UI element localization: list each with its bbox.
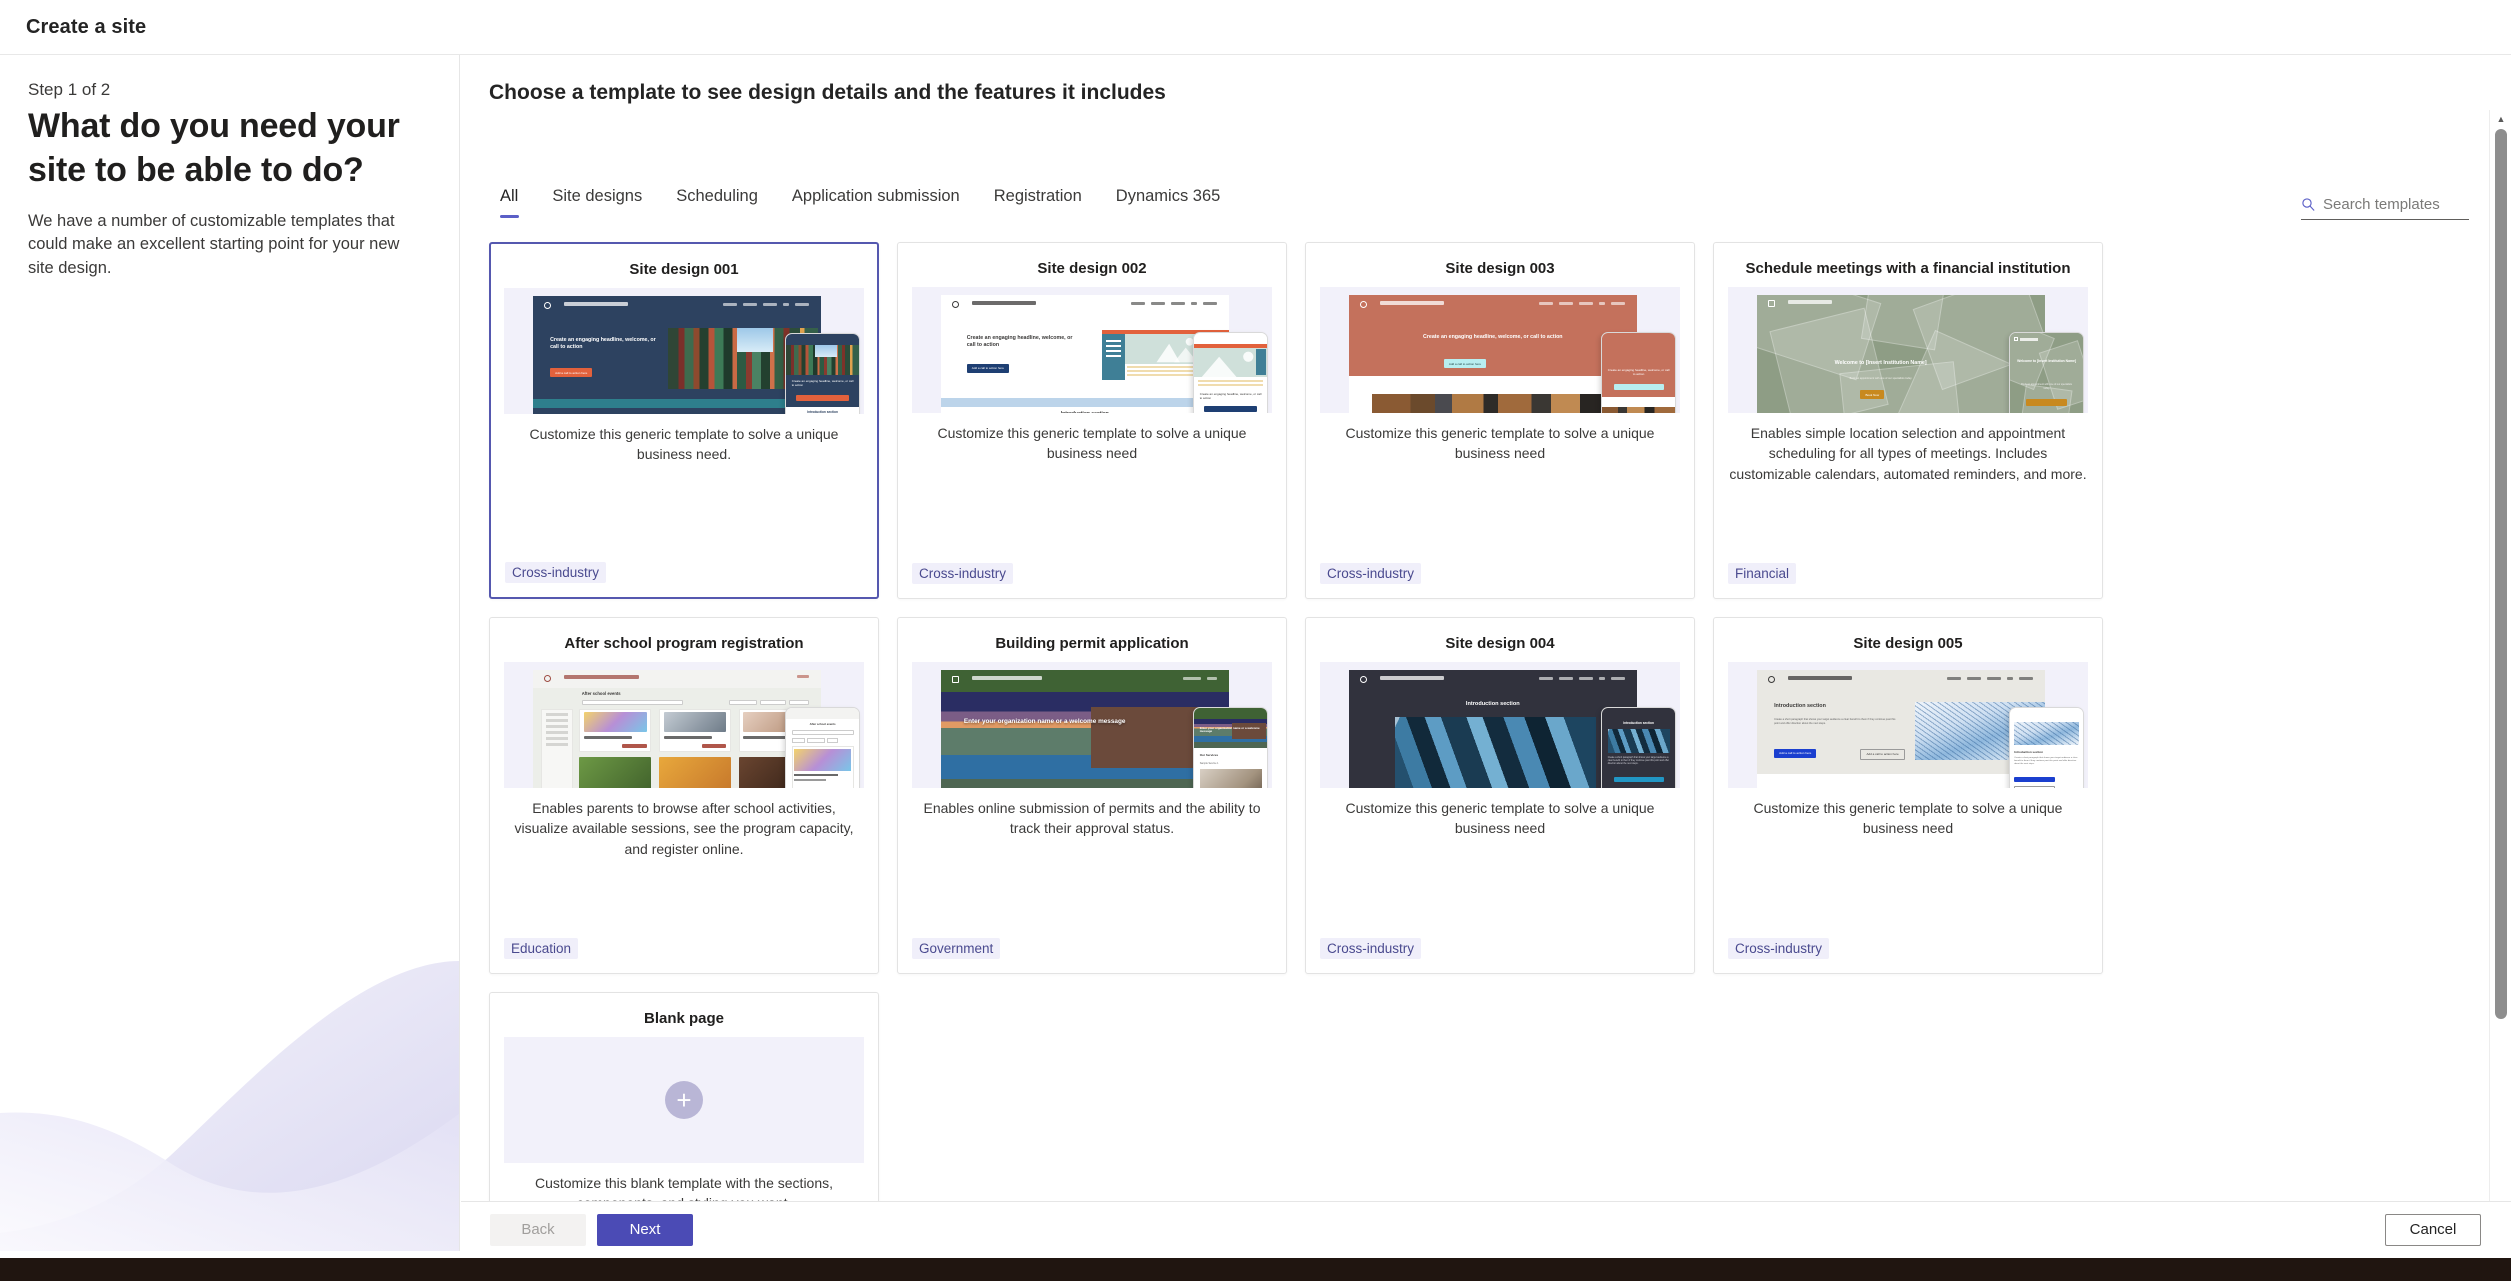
template-card-site-design-005[interactable]: Site design 005 Introduction section Cre… xyxy=(1713,617,2103,974)
back-button[interactable]: Back xyxy=(490,1213,586,1246)
template-tag: Cross-industry xyxy=(1320,938,1422,959)
tab-site-designs[interactable]: Site designs xyxy=(535,187,659,218)
mock-cta: Add a call to action here xyxy=(550,368,593,378)
wizard-question: What do you need your site to be able to… xyxy=(28,107,400,189)
scroll-up-arrow[interactable]: ▲ xyxy=(2490,110,2511,128)
template-name: Site design 003 xyxy=(1445,260,1555,277)
mock-headline: Introduction section xyxy=(1774,703,1826,710)
template-tag: Cross-industry xyxy=(912,563,1014,584)
search-icon xyxy=(2302,197,2315,211)
mock-headline: After school events xyxy=(581,690,621,696)
mock-cta: Add a call to action here xyxy=(1443,359,1487,369)
template-name: Site design 002 xyxy=(1037,260,1147,277)
mock-cta: Add a call to action here xyxy=(966,363,1009,373)
mock-intro-sub: Create a short paragraph that shows your… xyxy=(1774,717,1896,725)
window-title-bar: Create a site xyxy=(0,0,2511,55)
template-description: Enables parents to browse after school a… xyxy=(514,800,854,857)
template-card-site-design-002[interactable]: Site design 002 Create an engaging headl… xyxy=(897,242,1287,599)
section-heading: Choose a template to see design details … xyxy=(489,81,1166,104)
category-tabs: All Site designs Scheduling Application … xyxy=(489,187,1237,218)
template-thumbnail: Introduction section Introduction sectio… xyxy=(1320,662,1680,788)
template-name: Site design 005 xyxy=(1853,635,1963,652)
mock-headline: Welcome to [Insert Institution Name] xyxy=(1834,360,1927,367)
scrollbar-thumb[interactable] xyxy=(2495,129,2507,1019)
template-name: Blank page xyxy=(643,1010,725,1027)
plus-icon: + xyxy=(665,1081,703,1119)
cancel-button[interactable]: Cancel xyxy=(2385,1213,2481,1246)
template-tag: Cross-industry xyxy=(505,562,607,583)
template-name: Site design 004 xyxy=(1445,635,1555,652)
template-description: Enables simple location selection and ap… xyxy=(1729,425,2087,482)
template-name: Site design 001 xyxy=(629,261,739,278)
template-chooser-pane: Choose a template to see design details … xyxy=(461,55,2511,1251)
template-card-site-design-004[interactable]: Site design 004 Introduction section Int… xyxy=(1305,617,1695,974)
template-card-site-design-003[interactable]: Site design 003 Create an engaging headl… xyxy=(1305,242,1695,599)
template-description: Customize this generic template to solve… xyxy=(1345,425,1655,462)
template-description: Customize this generic template to solve… xyxy=(529,426,839,463)
template-tag: Education xyxy=(504,938,579,959)
mock-cta: Add a call to action here xyxy=(1774,748,1817,758)
search-input[interactable] xyxy=(2323,195,2463,213)
wizard-action-bar: Back Next Cancel xyxy=(461,1201,2511,1257)
template-thumbnail: Welcome to [Insert Institution Name] Boo… xyxy=(1728,287,2088,413)
page-title: Create a site xyxy=(26,15,147,38)
mock-headline: Enter your organization name or a welcom… xyxy=(963,717,1126,725)
decorative-waves xyxy=(0,961,459,1251)
template-card-schedule-meetings-financial[interactable]: Schedule meetings with a financial insti… xyxy=(1713,242,2103,599)
blank-thumbnail: + xyxy=(504,1037,864,1163)
tab-all[interactable]: All xyxy=(489,187,535,218)
mock-intro-sub: Book an appointment with one of our spec… xyxy=(1849,377,1912,381)
template-thumbnail: Introduction section Create a short para… xyxy=(1728,662,2088,788)
step-indicator: Step 1 of 2 xyxy=(28,80,111,99)
mock-intro: Introduction section xyxy=(941,411,1229,413)
vertical-scrollbar[interactable]: ▲ ▼ xyxy=(2489,110,2511,1251)
template-name: Building permit application xyxy=(995,635,1189,652)
template-thumbnail: Enter your organization name or a welcom… xyxy=(912,662,1272,788)
template-description: Customize this generic template to solve… xyxy=(1753,800,2063,837)
bottom-edge-strip xyxy=(0,1258,2511,1281)
mock-headline: Create an engaging headline, welcome, or… xyxy=(550,337,656,351)
mock-cta: Book Now xyxy=(1860,390,1885,400)
template-card-building-permit[interactable]: Building permit application Enter your o… xyxy=(897,617,1287,974)
mock-headline: Create an engaging headline, welcome, or… xyxy=(966,334,1073,348)
next-button[interactable]: Next xyxy=(597,1213,693,1246)
template-description: Customize this generic template to solve… xyxy=(1345,800,1655,837)
template-name: After school program registration xyxy=(564,635,804,652)
template-tag: Cross-industry xyxy=(1320,563,1422,584)
tab-scheduling[interactable]: Scheduling xyxy=(659,187,775,218)
mock-headline: Create an engaging headline, welcome, or… xyxy=(1423,334,1563,341)
mock-intro: Introduction section xyxy=(652,410,701,414)
template-description: Enables online submission of permits and… xyxy=(923,800,1261,837)
template-grid: Site design 001 Create an engaging headl… xyxy=(489,242,2123,1251)
template-thumbnail: Create an engaging headline, welcome, or… xyxy=(912,287,1272,413)
template-description: Customize this generic template to solve… xyxy=(937,425,1247,462)
wizard-blurb: We have a number of customizable templat… xyxy=(28,212,400,277)
template-tag: Cross-industry xyxy=(1728,938,1830,959)
template-tag: Government xyxy=(912,938,1001,959)
mock-intro: Introduction section xyxy=(1465,700,1520,707)
template-thumbnail: Create an engaging headline, welcome, or… xyxy=(504,288,864,414)
tab-application-submission[interactable]: Application submission xyxy=(775,187,977,218)
template-thumbnail: After school events After school events xyxy=(504,662,864,788)
template-card-after-school-registration[interactable]: After school program registration After … xyxy=(489,617,879,974)
template-card-site-design-001[interactable]: Site design 001 Create an engaging headl… xyxy=(489,242,879,599)
template-thumbnail: Create an engaging headline, welcome, or… xyxy=(1320,287,1680,413)
template-tag: Financial xyxy=(1728,563,1797,584)
left-info-pane: Step 1 of 2 What do you need your site t… xyxy=(0,55,460,1251)
tab-dynamics-365[interactable]: Dynamics 365 xyxy=(1099,187,1238,218)
template-name: Schedule meetings with a financial insti… xyxy=(1745,260,2071,277)
tab-registration[interactable]: Registration xyxy=(977,187,1099,218)
search-templates-box[interactable] xyxy=(2301,189,2469,220)
